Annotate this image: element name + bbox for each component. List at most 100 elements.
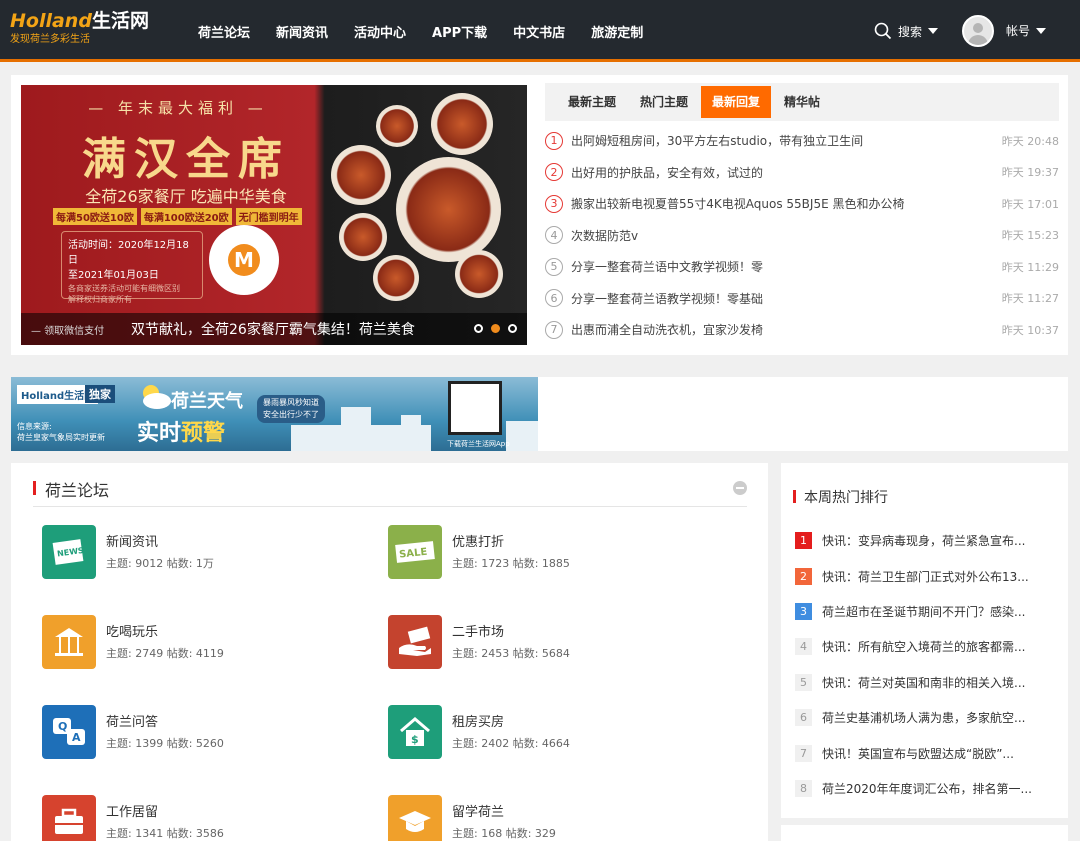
banner-caption[interactable]: 双节献礼，全荷26家餐厅霸气集结！荷兰美食 [131,319,415,339]
site-header: Holland生活网 发现荷兰多彩生活 荷兰论坛 新闻资讯 活动中心 APP下载… [0,0,1080,62]
ad-subtitle: 实时预警 [137,421,226,446]
list-item[interactable]: 3 搬家出较新电视夏普55寸4K电视Aquos 55BJ5E 黑色和办公椅 昨天 1… [545,188,1059,220]
carousel-dot[interactable] [508,324,517,333]
board-stats: 主题: 1399 帖数: 5260 [106,737,224,750]
ad-title: 荷兰天气 [171,391,243,412]
tab-hot-topics[interactable]: 热门主题 [629,86,699,118]
tab-latest-replies[interactable]: 最新回复 [701,86,772,118]
hot-item-title[interactable]: 荷兰超市在圣诞节期间不开门？感染... [822,603,1025,620]
list-item[interactable]: 5 分享一整套荷兰语中文教学视频！零 昨天 11:29 [545,251,1059,283]
ad-row: Holland生活网 独家 信息来源: 荷兰皇家气象局实时更新 荷兰天气 实时预… [11,377,1068,451]
list-item[interactable]: 1 出阿姆短租房间，30平方左右studio，带有独立卫生间 昨天 20:48 [545,125,1059,157]
banner-date-note: 解释权归商家所有 [68,295,132,304]
hot-item-title[interactable]: 荷兰史基浦机场人满为患，多家航空... [822,709,1025,726]
forum-board-study[interactable]: 留学荷兰 主题: 168 帖数: 329 [388,795,718,841]
topic-time: 昨天 11:29 [1001,260,1059,274]
hot-item-title[interactable]: 快讯：荷兰卫生部门正式对外公布13... [822,568,1029,585]
food-plate-image [339,213,387,261]
tab-featured-posts[interactable]: 精华帖 [773,86,831,118]
money-hand-icon [388,615,442,669]
list-item[interactable]: 6 分享一整套荷兰语教学视频！零基础 昨天 11:27 [545,283,1059,315]
forum-board-secondhand[interactable]: 二手市场 主题: 2453 帖数: 5684 [388,615,718,671]
collapse-icon[interactable] [733,481,747,495]
site-logo[interactable]: Holland生活网 发现荷兰多彩生活 [10,9,170,55]
list-item[interactable]: 5 快讯：荷兰对英国和南非的相关入境... [795,665,1057,700]
featured-section: — 年末最大福利 — 满汉全席 全荷26家餐厅 吃遍中华美食 每满50欧送10欧… [11,75,1068,355]
board-name[interactable]: 荷兰问答 [106,711,158,730]
nav-forum[interactable]: 荷兰论坛 [198,22,250,41]
board-name[interactable]: 留学荷兰 [452,801,504,820]
list-item[interactable]: 4 快讯：所有航空入境荷兰的旅客都需... [795,629,1057,664]
logo-title: 生活网 [91,10,149,32]
topic-time: 昨天 11:27 [1001,292,1059,306]
board-name[interactable]: 吃喝玩乐 [106,621,158,640]
board-name[interactable]: 二手市场 [452,621,504,640]
list-item[interactable]: 2 出好用的护肤品，安全有效，试过的 昨天 19:37 [545,157,1059,189]
nav-events[interactable]: 活动中心 [354,22,406,41]
topic-title[interactable]: 搬家出较新电视夏普55寸4K电视Aquos 55BJ5E 黑色和办公椅 [571,195,994,212]
forum-board-leisure[interactable]: 吃喝玩乐 主题: 2749 帖数: 4119 [42,615,372,671]
search-button[interactable]: 搜索 [874,22,939,40]
list-item[interactable]: 8 荷兰2020年年度词汇公布，排名第一... [795,771,1057,806]
search-label: 搜索 [898,24,923,39]
banner-date-box: 活动时间：2020年12月18日 至2021年01月03日 各商家送券活动可能有… [61,231,203,304]
carousel-dot-active[interactable] [491,324,500,333]
avatar[interactable] [962,15,994,47]
board-name[interactable]: 工作居留 [106,801,158,820]
topic-time: 昨天 15:23 [1001,229,1059,243]
banner-headline: 满汉全席 [82,134,290,185]
list-item[interactable]: 6 荷兰史基浦机场人满为患，多家航空... [795,700,1057,735]
qa-icon: QA [42,705,96,759]
nav-app-download[interactable]: APP下载 [432,22,487,41]
list-item[interactable]: 7 快讯！英国宣布与欧盟达成“脱欧”... [795,735,1057,770]
list-item[interactable]: 3 荷兰超市在圣诞节期间不开门？感染... [795,594,1057,629]
hot-item-title[interactable]: 快讯！英国宣布与欧盟达成“脱欧”... [822,745,1014,762]
list-item[interactable]: 7 出惠而浦全自动洗衣机，宜家沙发椅 昨天 10:37 [545,314,1059,346]
ad-source: 信息来源: 荷兰皇家气象局实时更新 [17,422,105,442]
carousel-dot[interactable] [474,324,483,333]
forum-board-deals[interactable]: SALE 优惠打折 主题: 1723 帖数: 1885 [388,525,718,581]
list-item[interactable]: 4 次数据防范v 昨天 15:23 [545,220,1059,252]
board-stats: 主题: 2453 帖数: 5684 [452,647,570,660]
carousel-dots [474,324,517,333]
graduation-icon [388,795,442,841]
forum-board-news[interactable]: NEWS 新闻资讯 主题: 9012 帖数: 1万 [42,525,372,581]
list-item[interactable]: 1 快讯：变异病毒现身，荷兰紧急宣布... [795,523,1057,558]
hot-item-title[interactable]: 快讯：所有航空入境荷兰的旅客都需... [822,638,1025,655]
food-plate-image [331,145,391,205]
forum-board-work[interactable]: 工作居留 主题: 1341 帖数: 3586 [42,795,372,841]
food-plate-image [455,250,503,298]
nav-news[interactable]: 新闻资讯 [276,22,328,41]
hot-item-title[interactable]: 快讯：变异病毒现身，荷兰紧急宣布... [822,532,1025,549]
featured-banner[interactable]: — 年末最大福利 — 满汉全席 全荷26家餐厅 吃遍中华美食 每满50欧送10欧… [21,85,527,345]
rank-badge: 4 [795,638,812,656]
hot-item-title[interactable]: 快讯：荷兰对英国和南非的相关入境... [822,674,1025,691]
topic-title[interactable]: 出好用的护肤品，安全有效，试过的 [571,164,994,181]
topic-title[interactable]: 次数据防范v [571,227,994,244]
forum-board-qa[interactable]: QA 荷兰问答 主题: 1399 帖数: 5260 [42,705,372,761]
topic-title[interactable]: 分享一整套荷兰语教学视频！零基础 [571,290,994,307]
rank-number: 2 [545,163,563,182]
board-name[interactable]: 新闻资讯 [106,531,158,550]
weather-ad-banner[interactable]: Holland生活网 独家 信息来源: 荷兰皇家气象局实时更新 荷兰天气 实时预… [11,377,538,451]
board-name[interactable]: 租房买房 [452,711,504,730]
sale-icon: SALE [388,525,442,579]
forum-header: 荷兰论坛 [33,477,747,507]
nav-travel[interactable]: 旅游定制 [591,22,643,41]
account-menu[interactable]: 帐号 [1006,22,1047,39]
banner-tag: 每满100欧送20欧 [140,208,232,225]
topic-title[interactable]: 出阿姆短租房间，30平方左右studio，带有独立卫生间 [571,132,994,149]
board-stats: 主题: 1723 帖数: 1885 [452,557,570,570]
topic-title[interactable]: 出惠而浦全自动洗衣机，宜家沙发椅 [571,321,994,338]
forum-title: 荷兰论坛 [45,481,110,500]
tab-latest-topics[interactable]: 最新主题 [557,86,627,118]
board-name[interactable]: 优惠打折 [452,531,504,550]
hot-item-title[interactable]: 荷兰2020年年度词汇公布，排名第一... [822,780,1032,797]
topic-title[interactable]: 分享一整套荷兰语中文教学视频！零 [571,258,994,275]
rank-number: 7 [545,320,563,339]
nav-bookstore[interactable]: 中文书店 [513,22,565,41]
list-item[interactable]: 2 快讯：荷兰卫生部门正式对外公布13... [795,558,1057,593]
hot-ranking-panel: 本周热门排行 1 快讯：变异病毒现身，荷兰紧急宣布... 2 快讯：荷兰卫生部门正式… [781,463,1068,818]
forum-board-housing[interactable]: $ 租房买房 主题: 2402 帖数: 4664 [388,705,718,761]
news-icon: NEWS [42,525,96,579]
